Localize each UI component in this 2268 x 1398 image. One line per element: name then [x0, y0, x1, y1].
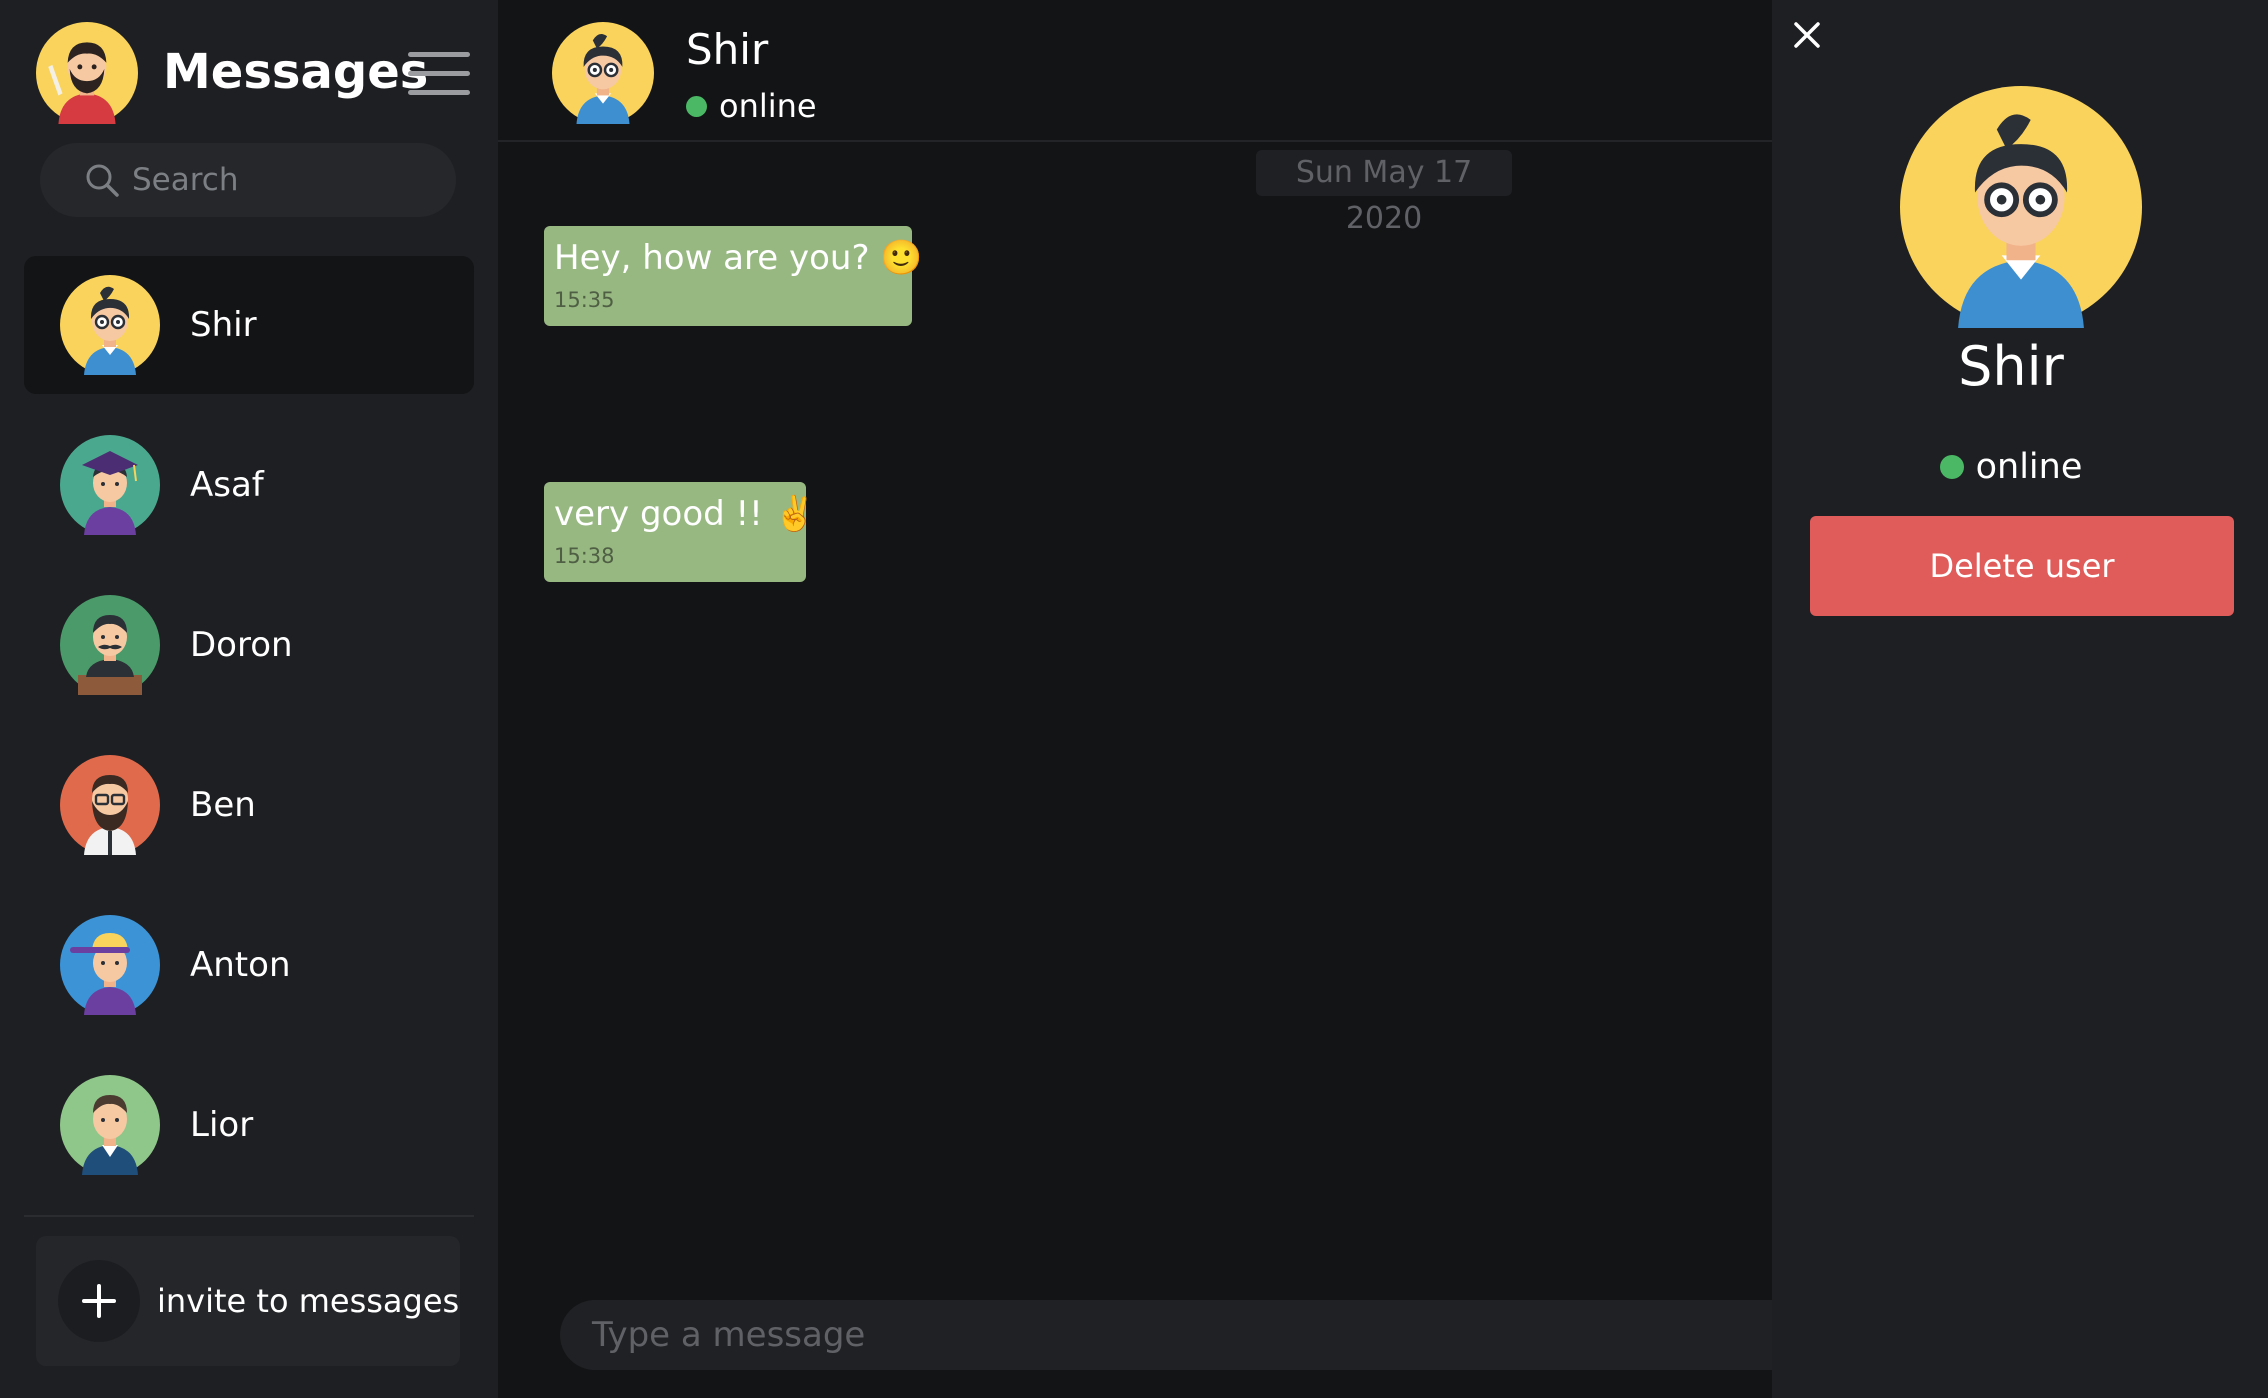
cap-man-avatar [60, 915, 160, 1015]
online-indicator-icon [686, 95, 707, 117]
sidebar: Messages Search Shir Asaf Doron Ben Anto… [0, 0, 498, 1398]
search-input[interactable]: Search [40, 143, 456, 217]
online-indicator-icon [1939, 455, 1964, 479]
contact-name: Lior [190, 1105, 254, 1145]
status-text: online [1975, 447, 2083, 487]
menu-icon[interactable] [408, 50, 470, 98]
man-avatar [60, 1075, 160, 1175]
profile-avatar [1900, 86, 2142, 328]
date-separator: Sun May 17 2020 [1256, 150, 1512, 236]
message-text: Hey, how are you? 🙂 [554, 238, 923, 278]
search-placeholder: Search [132, 162, 239, 198]
status-text: online [719, 87, 817, 125]
contact-item-lior[interactable]: Lior [24, 1056, 474, 1194]
contact-name: Ben [190, 785, 256, 825]
plus-icon [58, 1260, 140, 1342]
mustache-man-avatar [60, 595, 160, 695]
contact-name: Anton [190, 945, 291, 985]
contact-name: Asaf [190, 465, 264, 505]
contact-item-asaf[interactable]: Asaf [24, 416, 474, 554]
contact-item-shir[interactable]: Shir [24, 256, 474, 394]
invite-label: invite to messages [157, 1282, 460, 1320]
message-time: 15:38 [554, 544, 615, 568]
chat-contact-name: Shir [686, 25, 769, 74]
contact-item-ben[interactable]: Ben [24, 736, 474, 874]
close-icon[interactable] [1792, 20, 1822, 50]
search-icon [86, 164, 119, 197]
chat-contact-avatar[interactable] [552, 22, 654, 124]
sidebar-divider [24, 1215, 474, 1217]
profile-name: Shir [1958, 335, 2064, 398]
graduate-avatar [60, 435, 160, 535]
message-bubble[interactable]: Hey, how are you? 🙂 15:35 [544, 226, 923, 326]
contact-item-anton[interactable]: Anton [24, 896, 474, 1034]
contact-item-doron[interactable]: Doron [24, 576, 474, 714]
woman-glasses-avatar [60, 275, 160, 375]
message-time: 15:35 [554, 288, 615, 312]
message-text: very good !! ✌️ [554, 494, 816, 534]
profile-panel: Shir online Delete user [1772, 0, 2268, 1398]
profile-status: online [1772, 444, 2250, 490]
message-input-placeholder: Type a message [592, 1315, 866, 1355]
app-title: Messages [163, 44, 429, 100]
chat-contact-status: online [686, 86, 817, 126]
invite-button[interactable]: invite to messages [36, 1236, 460, 1366]
message-bubble[interactable]: very good !! ✌️ 15:38 [544, 482, 816, 582]
bearded-man-avatar [60, 755, 160, 855]
delete-user-button[interactable]: Delete user [1810, 516, 2234, 616]
message-input[interactable]: Type a message [560, 1300, 1772, 1370]
contact-name: Doron [190, 625, 293, 665]
contact-name: Shir [190, 305, 257, 345]
chat-panel: Shir online Sun May 17 2020 Hey, how are… [498, 0, 1772, 1398]
chat-header: Shir online [498, 0, 1772, 142]
my-avatar[interactable] [36, 22, 138, 124]
